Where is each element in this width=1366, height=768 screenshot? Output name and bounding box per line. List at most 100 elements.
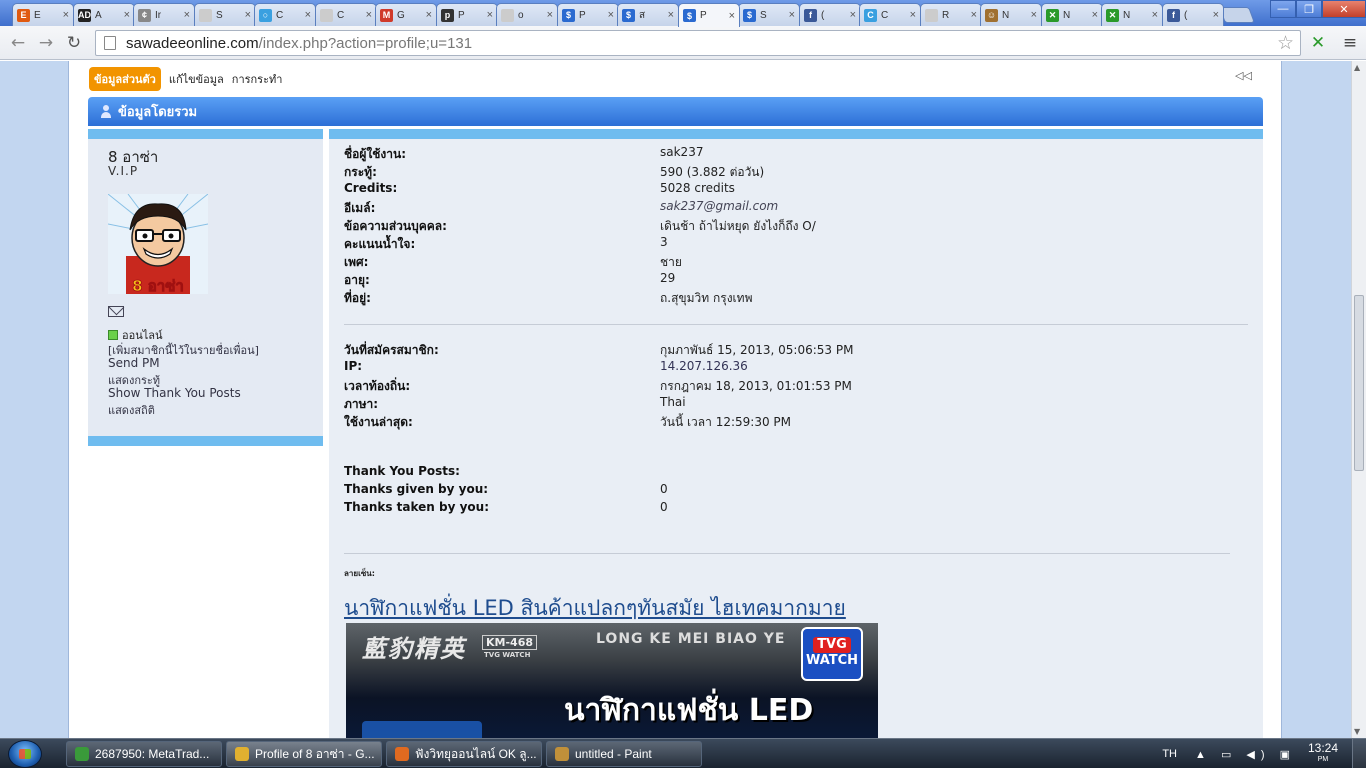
signature-banner[interactable]: 藍豹精英 KM-468 TVG WATCH LONG KE MEI BIAO Y… <box>346 623 878 738</box>
tab-close-icon[interactable]: × <box>366 9 372 21</box>
tab-close-icon[interactable]: × <box>487 9 493 21</box>
browser-tab[interactable]: C C × <box>859 3 921 26</box>
tab-title: P <box>700 10 707 21</box>
tab-profile-info[interactable]: ข้อมูลส่วนตัว <box>89 67 161 91</box>
page-icon <box>104 36 116 50</box>
browser-tab[interactable]: ✕ N × <box>1101 3 1163 26</box>
tab-close-icon[interactable]: × <box>124 9 130 21</box>
tray-icons[interactable]: ▲ ▭ ◀) ▣ <box>1195 748 1296 761</box>
tab-title: P <box>458 9 465 21</box>
tab-close-icon[interactable]: × <box>1092 9 1098 21</box>
browser-tab[interactable]: AD A × <box>73 3 135 26</box>
scroll-up-icon[interactable]: ▲ <box>1354 63 1360 72</box>
close-window-button[interactable]: ✕ <box>1322 0 1366 18</box>
browser-tab[interactable]: p P × <box>436 3 498 26</box>
profile-field-value: sak237 <box>660 145 704 159</box>
browser-tab[interactable]: f (× <box>799 3 861 26</box>
reload-button[interactable]: ↻ <box>62 31 86 55</box>
profile-field-value: Thai <box>660 395 686 409</box>
browser-tab[interactable]: f (× <box>1162 3 1224 26</box>
browser-tab[interactable]: $ ส × <box>617 3 679 26</box>
banner-brand-chinese: 藍豹精英 <box>362 634 466 663</box>
show-thank-you-posts-link[interactable]: Show Thank You Posts <box>108 386 241 400</box>
tab-close-icon[interactable]: × <box>608 9 614 21</box>
avatar-image: 8 อาซ่า <box>108 194 208 294</box>
profile-row: Thanks given by you: 0 <box>344 482 1244 500</box>
tab-close-icon[interactable]: × <box>305 9 311 21</box>
tab-close-icon[interactable]: × <box>1031 9 1037 21</box>
tab-close-icon[interactable]: × <box>426 9 432 21</box>
taskbar-item[interactable]: 2687950: MetaTrad... <box>66 741 222 767</box>
new-tab-button[interactable] <box>1219 7 1255 23</box>
tab-close-icon[interactable]: × <box>1213 9 1219 21</box>
profile-field-value: 0 <box>660 500 668 514</box>
ip-link[interactable]: 14.207.126.36 <box>660 359 748 373</box>
mail-icon[interactable] <box>108 306 124 317</box>
show-stats-link[interactable]: แสดงสถิติ <box>108 401 155 419</box>
browser-tab[interactable]: o × <box>496 3 558 26</box>
taskbar-item[interactable]: untitled - Paint <box>546 741 702 767</box>
profile-field-value: ชาย <box>660 255 682 269</box>
tab-actions[interactable]: การกระทำ <box>232 70 283 88</box>
scroll-down-icon[interactable]: ▼ <box>1354 727 1360 736</box>
bookmark-star-icon[interactable]: ☆ <box>1277 32 1294 54</box>
browser-tab[interactable]: S × <box>194 3 256 26</box>
address-bar[interactable]: sawadeeonline.com/index.php?action=profi… <box>95 30 1301 56</box>
browser-tab[interactable]: ✕ N × <box>1041 3 1103 26</box>
tab-close-icon[interactable]: × <box>63 9 69 21</box>
profile-field-label: Thanks given by you: <box>344 482 489 496</box>
panel-footer-stripe <box>88 436 323 446</box>
back-button[interactable]: ← <box>6 31 30 55</box>
show-desktop-button[interactable] <box>1352 739 1366 768</box>
browser-tab[interactable]: C × <box>315 3 377 26</box>
url-text[interactable]: sawadeeonline.com/index.php?action=profi… <box>126 35 472 52</box>
start-button[interactable] <box>8 740 42 768</box>
tab-favicon-icon: ✕ <box>1106 8 1119 22</box>
chrome-menu-button[interactable]: ≡ <box>1338 31 1362 55</box>
online-dot-icon <box>108 330 118 340</box>
tab-close-icon[interactable]: × <box>1152 9 1158 21</box>
maximize-button[interactable]: ❐ <box>1296 0 1322 18</box>
language-indicator[interactable]: TH <box>1162 748 1177 760</box>
send-pm-link[interactable]: Send PM <box>108 356 160 370</box>
profile-field-label: Credits: <box>344 181 398 195</box>
tab-close-icon[interactable]: × <box>729 10 735 22</box>
tab-close-icon[interactable]: × <box>668 9 674 21</box>
profile-field-value: 29 <box>660 271 676 285</box>
email-link[interactable]: sak237@gmail.com <box>660 199 778 213</box>
browser-tab[interactable]: M G × <box>375 3 437 26</box>
forward-button[interactable]: → <box>34 31 58 55</box>
tab-close-icon[interactable]: × <box>850 9 856 21</box>
clock-ampm: PM <box>1317 756 1329 763</box>
extension-icon[interactable]: ✕ <box>1306 31 1330 55</box>
tab-close-icon[interactable]: × <box>547 9 553 21</box>
browser-tab[interactable]: ¢ Ir × <box>133 3 195 26</box>
back-arrow-icon: ← <box>10 33 26 53</box>
tab-close-icon[interactable]: × <box>245 9 251 21</box>
minimize-button[interactable]: — <box>1270 0 1296 18</box>
tab-title: N <box>1063 9 1071 21</box>
clock[interactable]: 13:24 PM <box>1308 742 1338 765</box>
browser-tab[interactable]: ☺ N × <box>980 3 1042 26</box>
banner-glow <box>362 721 482 738</box>
taskbar-item[interactable]: ฟังวิทยุออนไลน์ OK ลู... <box>386 741 542 767</box>
collapse-icon[interactable]: ◁◁ <box>1235 69 1252 82</box>
tab-edit-profile[interactable]: แก้ไขข้อมูล <box>169 70 224 88</box>
scrollbar-thumb[interactable] <box>1354 295 1364 471</box>
browser-tab[interactable]: $ P × <box>557 3 619 26</box>
tab-close-icon[interactable]: × <box>971 9 977 21</box>
tab-close-icon[interactable]: × <box>184 9 190 21</box>
profile-field-label: เวลาท้องถิ่น: <box>344 379 411 393</box>
browser-tab[interactable]: ○ C × <box>254 3 316 26</box>
taskbar-item[interactable]: Profile of 8 อาซ่า - G... <box>226 741 382 767</box>
tab-close-icon[interactable]: × <box>910 9 916 21</box>
browser-tab[interactable]: E E × <box>12 3 74 26</box>
signature-link[interactable]: นาฬิกาแฟชั่น LED สินค้าแปลกๆทันสมัย ไฮเท… <box>344 592 846 625</box>
profile-field-label: Thank You Posts: <box>344 464 460 478</box>
tab-close-icon[interactable]: × <box>789 9 795 21</box>
tab-title: P <box>579 9 586 21</box>
browser-tab[interactable]: $ P × <box>678 3 740 27</box>
browser-tab[interactable]: R × <box>920 3 982 26</box>
vertical-scrollbar[interactable]: ▲ ▼ <box>1351 61 1366 738</box>
browser-tab[interactable]: $ S × <box>738 3 800 26</box>
